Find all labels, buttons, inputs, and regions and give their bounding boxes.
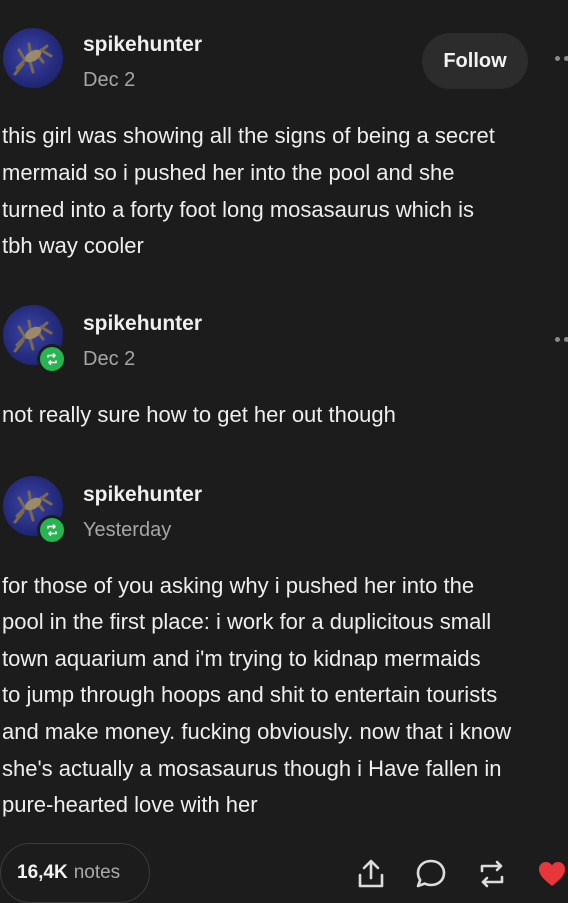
post-text-line: she's actually a mosasaurus though i Hav… — [2, 756, 502, 781]
post-date[interactable]: Dec 2 — [83, 348, 135, 371]
more-dots-icon[interactable] — [555, 337, 568, 342]
post-username[interactable]: spikehunter — [83, 483, 202, 507]
post-text-line: not really sure how to get her out thoug… — [2, 402, 396, 427]
reblog-badge — [37, 515, 67, 545]
post-text-line: this girl was showing all the signs of b… — [2, 123, 495, 148]
post-text-line: and make money. fucking obviously. now t… — [2, 719, 512, 744]
post-text-line: pool in the first place: i work for a du… — [2, 609, 492, 634]
post-text-line: turned into a forty foot long mosasaurus… — [2, 197, 475, 222]
post-date[interactable]: Dec 2 — [83, 69, 135, 92]
post-username[interactable]: spikehunter — [83, 312, 202, 336]
heart-icon[interactable] — [536, 858, 568, 890]
post-text-line: to jump through hoops and shit to entert… — [2, 682, 498, 707]
share-icon[interactable] — [354, 857, 388, 891]
follow-button[interactable]: Follow — [422, 33, 528, 89]
post-text-line: pure-hearted love with her — [2, 792, 258, 817]
post-text-line: mermaid so i pushed her into the pool an… — [2, 160, 455, 185]
post-text-line: town aquarium and i'm trying to kidnap m… — [2, 646, 481, 671]
reblog-icon — [47, 353, 57, 365]
comment-icon[interactable] — [413, 856, 449, 892]
post-date[interactable]: Yesterday — [83, 519, 171, 542]
avatar-creature-image — [13, 42, 53, 76]
notes-label: notes — [73, 862, 121, 883]
post-username[interactable]: spikehunter — [83, 33, 202, 57]
reblog-icon[interactable] — [474, 856, 510, 892]
notes-button[interactable]: 16,4K notes — [0, 843, 150, 903]
reblog-badge — [37, 344, 67, 374]
avatar[interactable] — [3, 28, 63, 88]
reblog-icon — [47, 524, 57, 536]
more-dots-icon[interactable] — [555, 56, 568, 61]
notes-count: 16,4K — [17, 862, 68, 883]
post-text-line: tbh way cooler — [2, 233, 144, 258]
post-text-line: for those of you asking why i pushed her… — [2, 573, 475, 598]
